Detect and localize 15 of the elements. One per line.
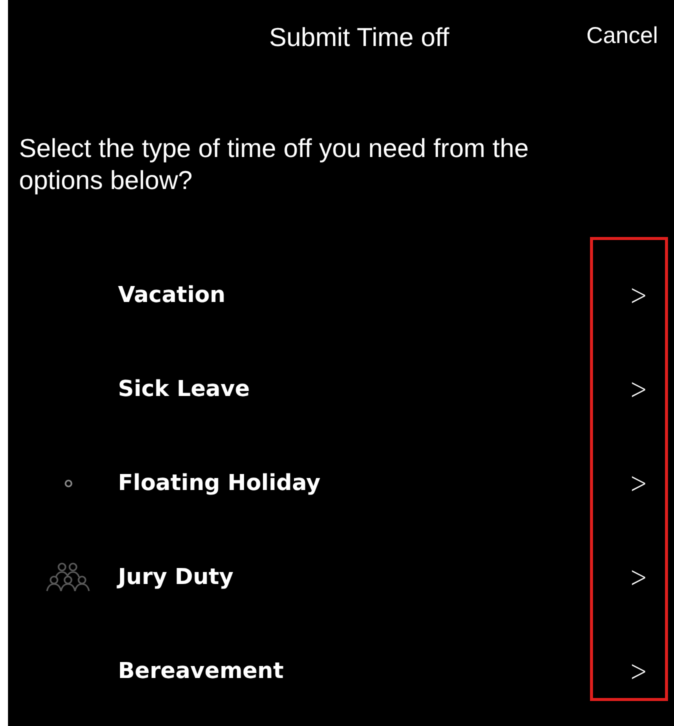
option-label[interactable]: Bereavement (118, 658, 604, 684)
option-label[interactable]: Vacation (118, 282, 604, 308)
ring-icon (64, 478, 72, 488)
option-label[interactable]: Jury Duty (118, 564, 604, 590)
chevron-icon[interactable]: > (630, 654, 648, 688)
chevron-icon[interactable]: > (630, 278, 648, 312)
chevron-icon[interactable]: > (630, 372, 648, 406)
people-group-icon (45, 561, 91, 593)
cancel-button[interactable]: Cancel (586, 22, 658, 48)
screen-title: Submit Time off (268, 22, 450, 52)
chevron-icon[interactable]: > (630, 560, 648, 594)
option-label[interactable]: Floating Holiday (118, 470, 604, 496)
option-label[interactable]: Sick Leave (118, 376, 604, 402)
chevron-icon[interactable]: > (630, 466, 648, 500)
prompt-text: Select the type of time off you need from the options below? (19, 132, 530, 196)
